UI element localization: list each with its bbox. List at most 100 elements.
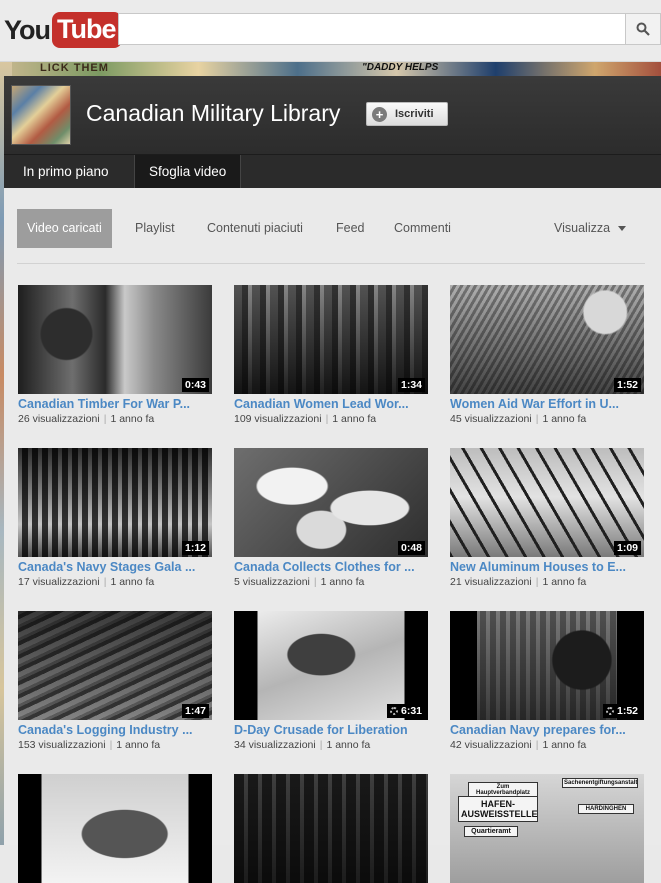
video-thumbnail[interactable]: 1:12 — [18, 448, 212, 557]
video-card[interactable]: 1:47 Canada's Logging Industry ... 153 v… — [18, 611, 212, 751]
video-title-link[interactable]: Canadian Timber For War P... — [18, 397, 212, 411]
video-title-link[interactable]: Canadian Navy prepares for... — [450, 723, 644, 737]
video-thumbnail[interactable]: 6:31 — [234, 611, 428, 720]
upload-age: 1 anno fa — [116, 739, 161, 751]
video-thumbnail[interactable]: 0:48 — [234, 448, 428, 557]
youtube-logo[interactable]: You Tube — [4, 11, 122, 49]
thumbnail-sign-text: Quartieramt — [464, 826, 518, 837]
view-count: 17 visualizzazioni — [18, 576, 100, 588]
view-count: 109 visualizzazioni — [234, 413, 322, 425]
video-card[interactable] — [234, 774, 428, 883]
video-meta: 109 visualizzazioni | 1 anno fa — [234, 413, 377, 425]
search-input[interactable] — [118, 13, 626, 45]
duration-badge: 1:12 — [181, 541, 209, 555]
video-thumbnail[interactable]: Zum Hauptverbandplatz HAFEN-AUSWEISSTELL… — [450, 774, 644, 883]
divider — [17, 263, 645, 264]
background-poster-text: LICK THEM — [40, 62, 109, 74]
duration-badge: 1:09 — [613, 541, 641, 555]
tab-browse-videos[interactable]: Sfoglia video — [134, 155, 242, 189]
view-count: 45 visualizzazioni — [450, 413, 532, 425]
view-count: 153 visualizzazioni — [18, 739, 106, 751]
view-count: 34 visualizzazioni — [234, 739, 316, 751]
logo-tube-text: Tube — [52, 12, 122, 48]
search-button[interactable] — [625, 13, 661, 45]
video-card[interactable] — [18, 774, 212, 883]
video-title-link[interactable]: Canada's Navy Stages Gala ... — [18, 560, 212, 574]
subscribe-button[interactable]: + Iscriviti — [366, 102, 448, 126]
video-thumbnail[interactable] — [234, 774, 428, 883]
hd-icon — [605, 707, 614, 715]
duration-badge: 1:47 — [181, 704, 209, 718]
chevron-down-icon — [618, 226, 627, 232]
video-thumbnail[interactable]: 1:09 — [450, 448, 644, 557]
view-dropdown[interactable]: Visualizza — [554, 209, 627, 248]
channel-nav: In primo piano Sfoglia video — [4, 154, 661, 189]
video-meta: 42 visualizzazioni | 1 anno fa — [450, 739, 587, 751]
video-card[interactable]: 0:48 Canada Collects Clothes for ... 5 v… — [234, 448, 428, 588]
upload-age: 1 anno fa — [110, 576, 155, 588]
video-card[interactable]: Zum Hauptverbandplatz HAFEN-AUSWEISSTELL… — [450, 774, 644, 883]
video-thumbnail[interactable]: 1:34 — [234, 285, 428, 394]
video-card[interactable]: 1:52 Women Aid War Effort in U... 45 vis… — [450, 285, 644, 425]
video-meta: 26 visualizzazioni | 1 anno fa — [18, 413, 155, 425]
video-title-link[interactable]: New Aluminum Houses to E... — [450, 560, 644, 574]
video-meta: 5 visualizzazioni | 1 anno fa — [234, 576, 365, 588]
video-title-link[interactable]: Canada's Logging Industry ... — [18, 723, 212, 737]
view-dropdown-label: Visualizza — [554, 221, 611, 235]
background-poster-text: "DADDY HELPS — [362, 62, 439, 73]
view-count: 5 visualizzazioni — [234, 576, 310, 588]
video-meta: 34 visualizzazioni | 1 anno fa — [234, 739, 371, 751]
tab-playlists[interactable]: Playlist — [135, 209, 175, 248]
channel-avatar[interactable] — [11, 85, 71, 145]
video-title-link[interactable]: Women Aid War Effort in U... — [450, 397, 644, 411]
video-meta: 153 visualizzazioni | 1 anno fa — [18, 739, 161, 751]
duration-badge: 6:31 — [386, 704, 425, 718]
video-card[interactable]: 1:12 Canada's Navy Stages Gala ... 17 vi… — [18, 448, 212, 588]
duration-text: 1:52 — [616, 705, 638, 717]
video-subnav: Video caricati Playlist Contenuti piaciu… — [17, 209, 645, 249]
video-card[interactable]: 6:31 D-Day Crusade for Liberation 34 vis… — [234, 611, 428, 751]
video-meta: 17 visualizzazioni | 1 anno fa — [18, 576, 155, 588]
thumbnail-sign-text: HARDINGHEN — [578, 804, 634, 814]
view-count: 21 visualizzazioni — [450, 576, 532, 588]
video-thumbnail[interactable]: 1:47 — [18, 611, 212, 720]
tab-liked[interactable]: Contenuti piaciuti — [207, 209, 303, 248]
video-title-link[interactable]: Canada Collects Clothes for ... — [234, 560, 428, 574]
tab-uploads[interactable]: Video caricati — [17, 209, 112, 248]
masthead: You Tube — [0, 0, 661, 62]
video-thumbnail[interactable]: 1:52 — [450, 611, 644, 720]
video-thumbnail[interactable] — [18, 774, 212, 883]
channel-title: Canadian Military Library — [86, 100, 341, 126]
video-card[interactable]: 1:34 Canadian Women Lead Wor... 109 visu… — [234, 285, 428, 425]
duration-badge: 1:34 — [397, 378, 425, 392]
video-thumbnail[interactable]: 0:43 — [18, 285, 212, 394]
upload-age: 1 anno fa — [542, 739, 587, 751]
thumbnail-sign-text: HAFEN-AUSWEISSTELLE — [458, 796, 538, 822]
duration-badge: 1:52 — [602, 704, 641, 718]
video-card[interactable]: 1:09 New Aluminum Houses to E... 21 visu… — [450, 448, 644, 588]
duration-badge: 0:48 — [397, 541, 425, 555]
video-card[interactable]: 0:43 Canadian Timber For War P... 26 vis… — [18, 285, 212, 425]
duration-badge: 1:52 — [613, 378, 641, 392]
tab-feed[interactable]: Feed — [336, 209, 365, 248]
upload-age: 1 anno fa — [332, 413, 377, 425]
tab-featured[interactable]: In primo piano — [9, 155, 123, 189]
video-card[interactable]: 1:52 Canadian Navy prepares for... 42 vi… — [450, 611, 644, 751]
video-title-link[interactable]: Canadian Women Lead Wor... — [234, 397, 428, 411]
content-area: Video caricati Playlist Contenuti piaciu… — [4, 188, 661, 883]
video-thumbnail[interactable]: 1:52 — [450, 285, 644, 394]
plus-icon: + — [372, 106, 387, 122]
upload-age: 1 anno fa — [320, 576, 365, 588]
subscribe-label: Iscriviti — [395, 108, 434, 120]
view-count: 42 visualizzazioni — [450, 739, 532, 751]
upload-age: 1 anno fa — [110, 413, 155, 425]
thumbnail-sign-text: Sachenentgiftungsanstalt — [562, 778, 638, 788]
upload-age: 1 anno fa — [542, 413, 587, 425]
hd-icon — [389, 707, 398, 715]
upload-age: 1 anno fa — [542, 576, 587, 588]
video-meta: 21 visualizzazioni | 1 anno fa — [450, 576, 587, 588]
video-title-link[interactable]: D-Day Crusade for Liberation — [234, 723, 428, 737]
tab-comments[interactable]: Commenti — [394, 209, 451, 248]
video-meta: 45 visualizzazioni | 1 anno fa — [450, 413, 587, 425]
search-icon — [636, 22, 650, 36]
